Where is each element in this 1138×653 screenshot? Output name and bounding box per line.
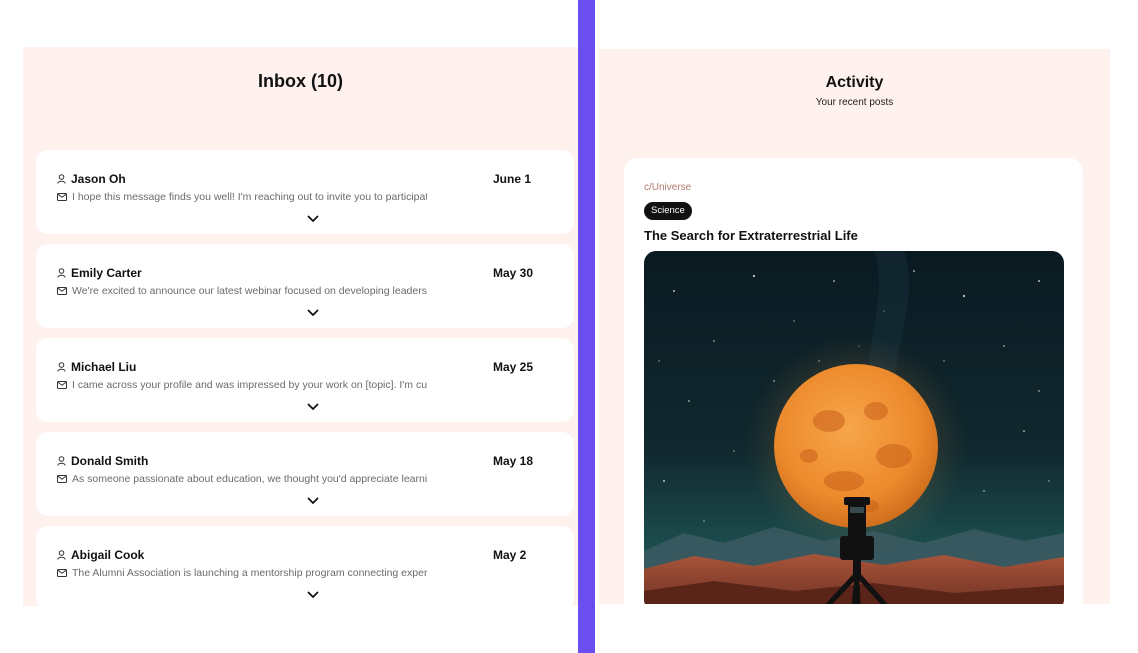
activity-title: Activity — [825, 74, 884, 91]
user-icon — [57, 174, 66, 184]
message-date: May 2 — [493, 548, 527, 562]
activity-subtitle: Your recent posts — [815, 97, 894, 108]
message-sender: Jason Oh — [71, 172, 126, 186]
chevron-down-icon[interactable] — [307, 496, 319, 506]
post-tag-badge[interactable]: Science — [644, 202, 692, 220]
message-date: May 18 — [493, 454, 534, 468]
user-icon — [57, 362, 66, 372]
message-card[interactable]: Donald Smith May 18 As someone passionat… — [36, 432, 574, 516]
message-preview: I hope this message finds you well! I'm … — [72, 191, 427, 203]
message-card[interactable]: Michael Liu May 25 I came across your pr… — [36, 338, 574, 422]
mail-icon — [57, 193, 67, 201]
user-icon — [57, 268, 66, 278]
message-card[interactable]: Emily Carter May 30 We're excited to ann… — [36, 244, 574, 328]
user-icon — [57, 550, 66, 560]
message-sender: Emily Carter — [71, 266, 142, 280]
message-preview: We're excited to announce our latest web… — [72, 285, 427, 297]
telescope-moon-illustration — [644, 251, 1064, 604]
message-date: June 1 — [493, 172, 532, 186]
chevron-down-icon[interactable] — [307, 214, 319, 224]
panel-divider — [578, 0, 595, 653]
mail-icon — [57, 287, 67, 295]
message-sender: Abigail Cook — [71, 548, 145, 562]
message-preview: As someone passionate about education, w… — [72, 473, 427, 485]
message-card[interactable]: Abigail Cook May 2 The Alumni Associatio… — [36, 526, 574, 606]
message-sender: Michael Liu — [71, 360, 137, 374]
message-preview: The Alumni Association is launching a me… — [72, 567, 427, 579]
message-preview: I came across your profile and was impre… — [72, 379, 427, 391]
post-card[interactable]: c/Universe Science The Search for Extrat… — [624, 158, 1083, 604]
message-card[interactable]: Jason Oh June 1 I hope this message find… — [36, 150, 574, 234]
mail-icon — [57, 569, 67, 577]
inbox-panel: Inbox (10) Jason Oh June 1 I hope this m… — [23, 47, 578, 606]
post-title[interactable]: The Search for Extraterrestrial Life — [644, 228, 858, 243]
message-date: May 30 — [493, 266, 534, 280]
user-icon — [57, 456, 66, 466]
post-image[interactable] — [644, 251, 1064, 604]
mail-icon — [57, 381, 67, 389]
mail-icon — [57, 475, 67, 483]
message-date: May 25 — [493, 360, 534, 374]
message-sender: Donald Smith — [71, 454, 149, 468]
chevron-down-icon[interactable] — [307, 590, 319, 600]
activity-panel: Activity Your recent posts c/Universe Sc… — [599, 49, 1110, 604]
inbox-title: Inbox (10) — [257, 71, 343, 91]
chevron-down-icon[interactable] — [307, 402, 319, 412]
post-community-link[interactable]: c/Universe — [644, 182, 691, 193]
chevron-down-icon[interactable] — [307, 308, 319, 318]
